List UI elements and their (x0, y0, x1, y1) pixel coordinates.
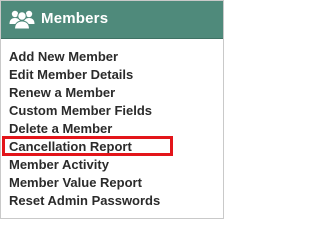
menu-item-member-value-report[interactable]: Member Value Report (1, 174, 223, 192)
menu-item-custom-member-fields[interactable]: Custom Member Fields (1, 102, 223, 120)
members-panel: Members Add New Member Edit Member Detai… (0, 0, 224, 219)
menu-item-edit-member-details[interactable]: Edit Member Details (1, 66, 223, 84)
menu-item-renew-a-member[interactable]: Renew a Member (1, 84, 223, 102)
menu-item-add-new-member[interactable]: Add New Member (1, 48, 223, 66)
menu-item-member-activity[interactable]: Member Activity (1, 156, 223, 174)
members-menu: Add New Member Edit Member Details Renew… (1, 48, 223, 210)
menu-item-cancellation-report[interactable]: Cancellation Report (1, 136, 223, 156)
panel-title: Members (41, 10, 109, 27)
menu-item-reset-admin-passwords[interactable]: Reset Admin Passwords (1, 192, 223, 210)
users-icon (9, 8, 35, 30)
panel-header: Members (1, 1, 223, 39)
